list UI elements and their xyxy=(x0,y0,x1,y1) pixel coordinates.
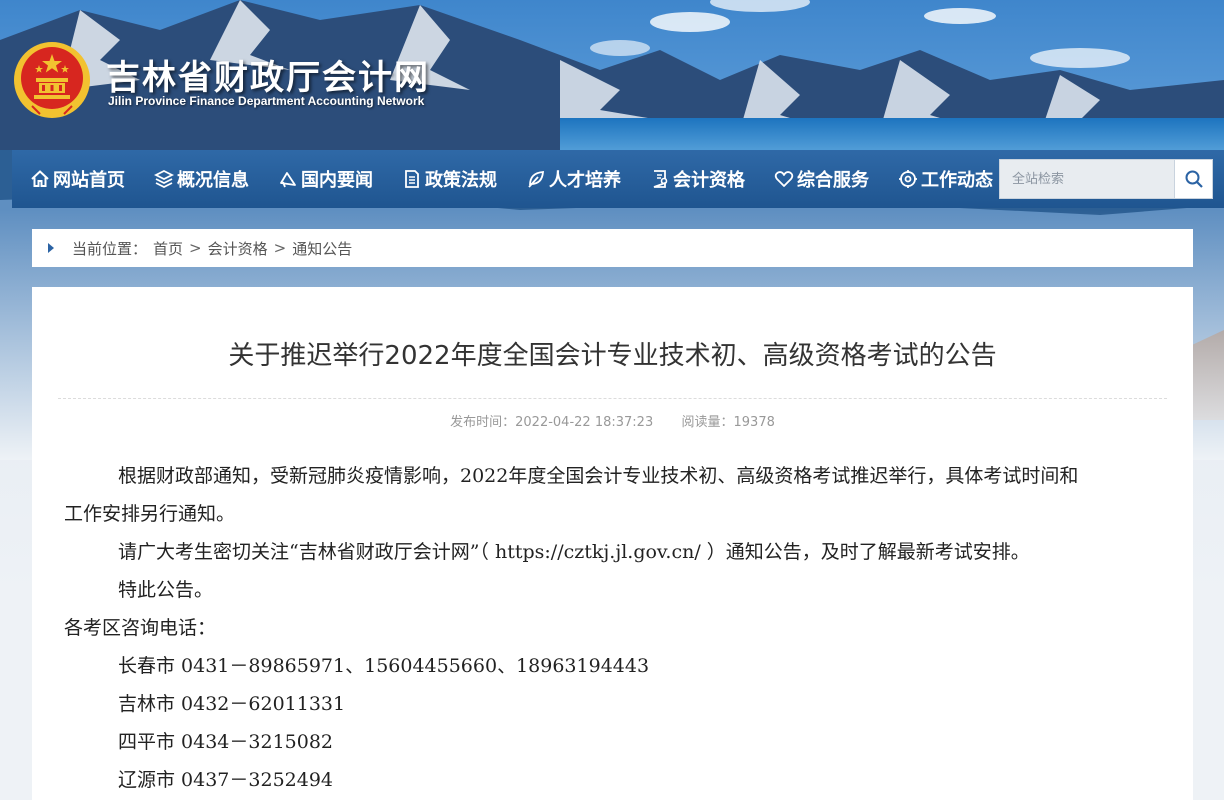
nav-item-home[interactable]: 网站首页 xyxy=(12,150,136,208)
contact-line: 长春市 0431－89865971、15604455660、1896319444… xyxy=(118,655,650,677)
nav-item-domestic-news[interactable]: 国内要闻 xyxy=(260,150,384,208)
document-icon xyxy=(402,169,422,189)
national-emblem-logo[interactable] xyxy=(12,40,92,120)
caret-right-icon xyxy=(48,243,54,253)
leaf-icon xyxy=(526,169,546,189)
contact-line: 四平市 0434－3215082 xyxy=(118,731,334,753)
contact-line: 辽源市 0437－3252494 xyxy=(118,769,334,791)
article-meta: 发布时间：2022-04-22 18:37:23 阅读量：19378 xyxy=(32,411,1193,430)
nav-item-label: 网站首页 xyxy=(53,170,125,191)
nav-item-label: 会计资格 xyxy=(673,170,745,191)
heart-icon xyxy=(774,169,794,189)
site-search xyxy=(999,159,1213,199)
breadcrumb-notice-link[interactable]: 通知公告 xyxy=(292,238,352,259)
layers-icon xyxy=(154,169,174,189)
body-paragraph: 根据财政部通知，受新冠肺炎疫情影响，2022年度全国会计专业技术初、高级资格考试… xyxy=(118,465,1079,487)
nav-item-label: 综合服务 xyxy=(797,170,869,191)
breadcrumb-qualification-link[interactable]: 会计资格 xyxy=(208,238,268,259)
nav-item-policy[interactable]: 政策法规 xyxy=(384,150,508,208)
nav-item-qualification[interactable]: 会计资格 xyxy=(632,150,756,208)
body-paragraph: 特此公告。 xyxy=(118,579,214,601)
site-title: 吉林省财政厅会计网 xyxy=(106,58,430,98)
nav-item-label: 国内要闻 xyxy=(301,170,373,191)
nav-item-label: 概况信息 xyxy=(177,170,249,191)
nav-item-talent[interactable]: 人才培养 xyxy=(508,150,632,208)
breadcrumb-separator: > xyxy=(189,239,202,257)
gear-icon xyxy=(898,169,918,189)
certificate-icon xyxy=(650,169,670,189)
body-paragraph: 请广大考生密切关注“吉林省财政厅会计网”（ https://cztkj.jl.g… xyxy=(118,541,1030,563)
nav-item-label: 工作动态 xyxy=(921,170,993,191)
contact-line: 吉林市 0432－62011331 xyxy=(118,693,346,715)
breadcrumb: 当前位置： 首页 > 会计资格 > 通知公告 xyxy=(32,229,1193,267)
breadcrumb-label: 当前位置： xyxy=(72,239,148,258)
publish-time: 发布时间：2022-04-22 18:37:23 xyxy=(450,415,654,430)
nav-item-label: 政策法规 xyxy=(425,170,497,191)
contacts-heading: 各考区咨询电话： xyxy=(64,617,217,639)
site-header: 吉林省财政厅会计网 Jilin Province Finance Departm… xyxy=(0,0,1224,150)
main-navigation: 网站首页 概况信息 国内要闻 政策法规 人才培养 会计资格 综合服务 工作动态 … xyxy=(12,150,1224,208)
nav-item-label: 人才培养 xyxy=(549,170,621,191)
article-title: 关于推迟举行2022年度全国会计专业技术初、高级资格考试的公告 xyxy=(228,341,997,371)
read-count: 阅读量：19378 xyxy=(681,415,775,430)
article-body: 根据财政部通知，受新冠肺炎疫情影响，2022年度全国会计专业技术初、高级资格考试… xyxy=(64,457,1164,799)
nav-item-work-news[interactable]: 工作动态 xyxy=(880,150,1004,208)
home-icon xyxy=(30,169,50,189)
article-panel: 关于推迟举行2022年度全国会计专业技术初、高级资格考试的公告 发布时间：202… xyxy=(32,287,1193,800)
nav-item-overview[interactable]: 概况信息 xyxy=(136,150,260,208)
search-button[interactable] xyxy=(1174,160,1212,198)
breadcrumb-home-link[interactable]: 首页 xyxy=(153,238,183,259)
nav-item-services[interactable]: 综合服务 xyxy=(756,150,880,208)
breadcrumb-separator: > xyxy=(273,239,287,257)
search-icon xyxy=(1184,169,1204,189)
title-divider xyxy=(58,398,1167,399)
site-subtitle: Jilin Province Finance Department Accoun… xyxy=(108,94,425,108)
megaphone-icon xyxy=(278,169,298,189)
search-input[interactable] xyxy=(1000,160,1174,198)
body-paragraph-continuation: 工作安排另行通知。 xyxy=(64,503,236,525)
